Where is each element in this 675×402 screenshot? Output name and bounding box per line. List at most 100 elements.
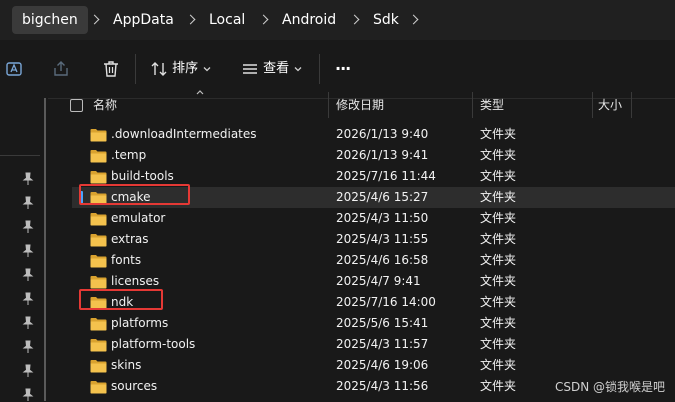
- sort-icon: [151, 61, 167, 76]
- breadcrumb-item-sdk[interactable]: Sdk: [373, 6, 399, 34]
- column-header-size[interactable]: 大小: [598, 90, 622, 120]
- file-modified-date: 2025/4/6 19:06: [336, 358, 429, 372]
- file-modified-date: 2025/5/6 15:41: [336, 316, 429, 330]
- file-modified-date: 2025/7/16 14:00: [336, 295, 436, 309]
- column-resize-handle[interactable]: [592, 92, 593, 118]
- navigation-pane: [0, 98, 48, 401]
- list-view-icon: [243, 63, 257, 74]
- file-modified-date: 2025/7/16 11:44: [336, 169, 436, 183]
- file-name: sources: [111, 379, 158, 393]
- file-name: .downloadIntermediates: [111, 127, 257, 141]
- folder-icon: [90, 318, 107, 331]
- rename-icon[interactable]: [4, 59, 24, 79]
- file-type: 文件夹: [480, 127, 517, 141]
- file-modified-date: 2025/4/7 9:41: [336, 274, 421, 288]
- toolbar-divider: [135, 54, 136, 84]
- column-resize-handle[interactable]: [631, 92, 632, 118]
- file-row-extras[interactable]: extras 2025/4/3 11:55 文件夹: [72, 229, 675, 250]
- pin-icon[interactable]: [22, 220, 34, 234]
- navigation-divider: [0, 155, 40, 156]
- pin-icon[interactable]: [22, 268, 34, 282]
- delete-icon[interactable]: [101, 59, 121, 79]
- sort-ascending-icon: [196, 90, 204, 95]
- file-modified-date: 2025/4/3 11:57: [336, 337, 429, 351]
- file-row-platform-tools[interactable]: platform-tools 2025/4/3 11:57 文件夹: [72, 334, 675, 355]
- file-type: 文件夹: [480, 337, 517, 351]
- view-label: 查看: [263, 61, 290, 76]
- more-options-button[interactable]: ···: [335, 54, 351, 84]
- column-header: 名称 修改日期 类型 大小: [56, 90, 675, 120]
- column-header-name[interactable]: 名称: [93, 90, 117, 120]
- file-modified-date: 2026/1/13 9:41: [336, 148, 429, 162]
- chevron-right-icon[interactable]: [347, 12, 363, 28]
- file-modified-date: 2025/4/6 16:58: [336, 253, 429, 267]
- folder-icon: [90, 381, 107, 394]
- pin-icon[interactable]: [22, 364, 34, 378]
- sort-label: 排序: [172, 61, 199, 76]
- share-icon[interactable]: [51, 59, 71, 79]
- file-type: 文件夹: [480, 379, 517, 393]
- file-row-emulator[interactable]: emulator 2025/4/3 11:50 文件夹: [72, 208, 675, 229]
- column-header-type[interactable]: 类型: [480, 90, 504, 120]
- pin-icon[interactable]: [22, 292, 34, 306]
- pin-icon[interactable]: [22, 340, 34, 354]
- file-row-fonts[interactable]: fonts 2025/4/6 16:58 文件夹: [72, 250, 675, 271]
- pin-icon[interactable]: [22, 316, 34, 330]
- breadcrumb-item-android[interactable]: Android: [282, 6, 336, 34]
- folder-icon: [90, 276, 107, 289]
- file-modified-date: 2025/4/6 15:27: [336, 190, 429, 204]
- folder-icon: [90, 150, 107, 163]
- file-name: .temp: [111, 148, 147, 162]
- file-type: 文件夹: [480, 295, 517, 309]
- chevron-down-icon: [294, 66, 302, 71]
- file-name: fonts: [111, 253, 142, 267]
- file-modified-date: 2025/4/3 11:50: [336, 211, 429, 225]
- address-bar: bigchen AppData Local Android Sdk: [0, 0, 675, 40]
- file-type: 文件夹: [480, 211, 517, 225]
- chevron-right-icon[interactable]: [183, 12, 199, 28]
- watermark: CSDN @锁我喉是吧: [554, 380, 665, 394]
- file-type: 文件夹: [480, 190, 517, 204]
- chevron-right-icon[interactable]: [256, 12, 272, 28]
- breadcrumb-item-bigchen[interactable]: bigchen: [12, 6, 88, 34]
- file-type: 文件夹: [480, 169, 517, 183]
- file-modified-date: 2026/1/13 9:40: [336, 127, 429, 141]
- view-button[interactable]: 查看: [241, 54, 303, 84]
- file-type: 文件夹: [480, 253, 517, 267]
- chevron-down-icon: [203, 66, 211, 71]
- file-name: emulator: [111, 211, 166, 225]
- folder-icon: [90, 234, 107, 247]
- column-resize-handle[interactable]: [328, 92, 329, 118]
- chevron-right-icon[interactable]: [87, 12, 103, 28]
- breadcrumb-item-appdata[interactable]: AppData: [113, 6, 174, 34]
- folder-icon: [90, 213, 107, 226]
- file-name: extras: [111, 232, 149, 246]
- folder-icon: [90, 255, 107, 268]
- pin-icon[interactable]: [22, 196, 34, 210]
- pin-icon[interactable]: [22, 388, 34, 402]
- breadcrumb-item-local[interactable]: Local: [209, 6, 245, 34]
- red-highlight-box: [79, 184, 190, 205]
- sort-button[interactable]: 排序: [150, 54, 212, 84]
- folder-icon: [90, 129, 107, 142]
- file-name: platforms: [111, 316, 169, 330]
- column-resize-handle[interactable]: [472, 92, 473, 118]
- file-type: 文件夹: [480, 358, 517, 372]
- file-row-downloadintermediates[interactable]: .downloadIntermediates 2026/1/13 9:40 文件夹: [72, 124, 675, 145]
- file-modified-date: 2025/4/3 11:56: [336, 379, 429, 393]
- chevron-right-icon[interactable]: [406, 12, 422, 28]
- select-all-checkbox[interactable]: [70, 99, 83, 112]
- red-highlight-box: [79, 289, 163, 310]
- file-type: 文件夹: [480, 148, 517, 162]
- pin-icon[interactable]: [22, 172, 34, 186]
- column-header-modified[interactable]: 修改日期: [336, 90, 384, 120]
- file-row-skins[interactable]: skins 2025/4/6 19:06 文件夹: [72, 355, 675, 376]
- file-name: skins: [111, 358, 142, 372]
- pin-icon[interactable]: [22, 244, 34, 258]
- file-row-platforms[interactable]: platforms 2025/5/6 15:41 文件夹: [72, 313, 675, 334]
- file-row-temp[interactable]: .temp 2026/1/13 9:41 文件夹: [72, 145, 675, 166]
- file-modified-date: 2025/4/3 11:55: [336, 232, 429, 246]
- file-type: 文件夹: [480, 232, 517, 246]
- navigation-scrollbar[interactable]: [44, 98, 46, 401]
- folder-icon: [90, 171, 107, 184]
